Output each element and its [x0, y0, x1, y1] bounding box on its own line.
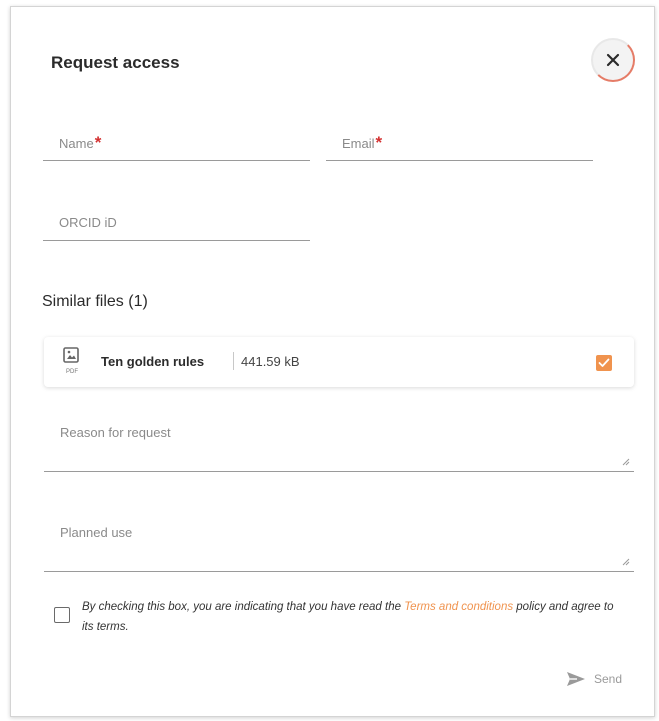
name-input[interactable]: [43, 134, 310, 158]
planned-use-label: Planned use: [60, 525, 133, 540]
close-icon: [606, 53, 620, 67]
file-select-checkbox[interactable]: [596, 355, 612, 371]
send-label: Send: [594, 672, 623, 686]
similar-file-item[interactable]: PDF Ten golden rules 441.59 kB: [44, 337, 634, 387]
email-input[interactable]: [326, 134, 593, 158]
resize-handle-icon[interactable]: [622, 458, 630, 466]
reason-for-request-textarea[interactable]: Reason for request: [44, 408, 634, 472]
name-field[interactable]: Name*: [43, 117, 310, 161]
checkmark-icon: [598, 358, 610, 367]
file-name: Ten golden rules: [101, 354, 205, 369]
close-button[interactable]: [591, 38, 635, 82]
orcid-input[interactable]: [43, 214, 310, 238]
terms-consent-checkbox[interactable]: [54, 607, 70, 623]
send-button[interactable]: Send: [566, 671, 622, 687]
resize-handle-icon[interactable]: [622, 558, 630, 566]
pdf-type-label: PDF: [66, 369, 78, 375]
terms-and-conditions-link[interactable]: Terms and conditions: [404, 601, 513, 613]
request-access-dialog: Request access Name* Email* ORCID iD Sim…: [10, 6, 655, 717]
send-icon: [567, 672, 585, 686]
dialog-title: Request access: [51, 53, 180, 72]
similar-files-title: Similar files (1): [42, 293, 148, 310]
reason-label: Reason for request: [60, 425, 171, 440]
terms-consent-text: By checking this box, you are indicating…: [82, 601, 614, 633]
email-field[interactable]: Email*: [326, 117, 593, 161]
orcid-field[interactable]: ORCID iD: [43, 197, 310, 241]
file-size: 441.59 kB: [241, 354, 300, 369]
file-separator: [233, 352, 234, 370]
pdf-file-icon: PDF: [63, 347, 81, 377]
planned-use-textarea[interactable]: Planned use: [44, 508, 634, 572]
